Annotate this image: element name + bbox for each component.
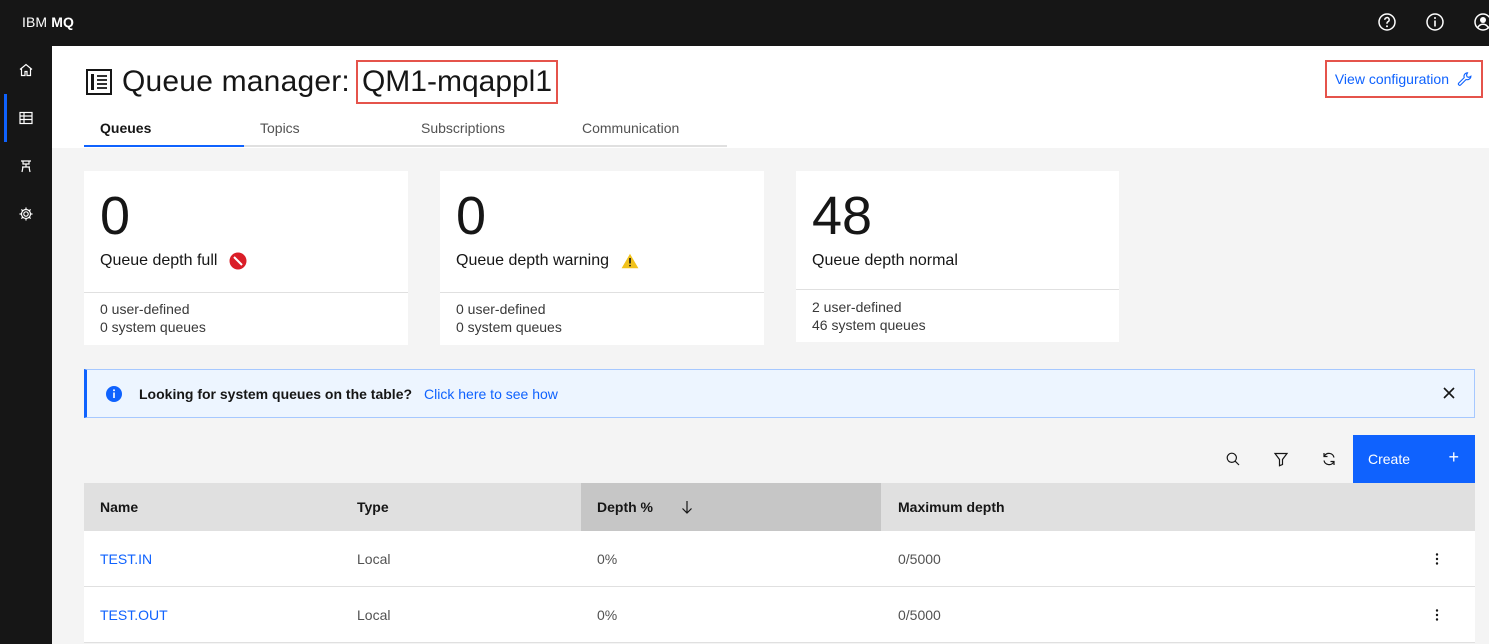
brand-product: MQ [51,14,74,30]
queues-table: Name Type Depth % Maximum depth TEST.IN … [84,483,1475,643]
tile-system-queues: 0 system queues [100,319,206,335]
column-header-depth[interactable]: Depth % [581,483,881,531]
table-icon[interactable] [0,94,52,142]
tile-user-defined: 2 user-defined [812,299,902,315]
tab-topics[interactable]: Topics [244,116,405,147]
view-configuration-link[interactable]: View configuration [1324,60,1483,98]
tile-system-queues: 0 system queues [456,319,562,335]
divider [440,292,764,293]
column-header-type[interactable]: Type [341,483,581,531]
tile-value: 0 [456,186,487,246]
add-icon: + [1448,447,1459,467]
tile-label-text: Queue depth warning [456,252,609,269]
tab-subscriptions[interactable]: Subscriptions [405,116,566,147]
tab-list: Queues Topics Subscriptions Communicatio… [84,116,727,147]
user-icon[interactable] [1472,11,1489,33]
sort-descending-icon [682,501,692,514]
table-header: Name Type Depth % Maximum depth [84,483,1475,531]
create-button[interactable]: Create + [1353,435,1475,483]
overflow-menu-icon[interactable] [1429,607,1445,623]
table-row[interactable]: TEST.IN Local 0% 0/5000 [84,531,1475,587]
tile-label-text: Queue depth normal [812,252,958,269]
column-header-name[interactable]: Name [84,483,341,531]
tile-user-defined: 0 user-defined [100,301,190,317]
refresh-button[interactable] [1305,435,1353,483]
divider [796,289,1119,290]
queue-depth-percent: 0% [597,607,618,623]
search-button[interactable] [1209,435,1257,483]
queue-maximum-depth: 0/5000 [898,551,941,567]
flow-icon[interactable] [0,142,52,190]
tile-queue-depth-warning[interactable]: 0 Queue depth warning 0 user-defined 0 s… [440,171,764,345]
tile-value: 48 [812,186,873,246]
queue-name-link[interactable]: TEST.IN [100,551,152,567]
side-nav [0,46,52,644]
queue-type: Local [357,551,391,567]
view-configuration-label: View configuration [1334,71,1449,87]
filter-button[interactable] [1257,435,1305,483]
error-icon [229,252,247,270]
brand-prefix: IBM [22,14,52,30]
column-header-maximum-depth[interactable]: Maximum depth [881,483,1475,531]
settings-icon[interactable] [0,190,52,238]
info-filled-icon [106,385,122,402]
tab-queues[interactable]: Queues [84,116,244,147]
info-notification: Looking for system queues on the table? … [84,369,1475,418]
top-bar: IBM MQ [0,0,1489,46]
table-row[interactable]: TEST.OUT Local 0% 0/5000 [84,587,1475,643]
info-icon[interactable] [1424,11,1446,33]
page-title: Queue manager: QM1-mqappl1 [84,60,559,104]
warning-icon [621,253,639,269]
refresh-icon [1323,452,1335,466]
divider [84,292,408,293]
notification-title: Looking for system queues on the table? [139,385,413,402]
queue-name-link[interactable]: TEST.OUT [100,607,168,623]
tile-label: Queue depth full [100,252,247,270]
close-icon[interactable] [1440,384,1458,402]
tile-system-queues: 46 system queues [812,317,926,333]
tile-label-text: Queue depth full [100,252,218,269]
search-icon [1226,452,1240,466]
help-icon[interactable] [1376,11,1398,33]
notification-link[interactable]: Click here to see how [424,386,558,402]
queue-type: Local [357,607,391,623]
brand[interactable]: IBM MQ [22,14,74,30]
queue-manager-icon [86,69,112,95]
overflow-menu-icon[interactable] [1429,551,1445,567]
page-title-prefix: Queue manager: [122,65,350,98]
wrench-icon [1457,72,1472,86]
queue-manager-name: QM1-mqappl1 [355,60,559,104]
page-header: Queue manager: QM1-mqappl1 View configur… [52,46,1489,148]
create-label: Create [1368,451,1411,467]
tile-label: Queue depth warning [456,252,639,270]
tab-communication[interactable]: Communication [566,116,727,147]
tile-queue-depth-normal[interactable]: 48 Queue depth normal 2 user-defined 46 … [796,171,1119,342]
tile-user-defined: 0 user-defined [456,301,546,317]
tile-queue-depth-full[interactable]: 0 Queue depth full 0 user-defined 0 syst… [84,171,408,345]
home-icon[interactable] [0,46,52,94]
column-header-depth-label: Depth % [597,499,653,515]
tile-label: Queue depth normal [812,252,958,270]
tile-value: 0 [100,186,131,246]
queue-maximum-depth: 0/5000 [898,607,941,623]
queue-depth-percent: 0% [597,551,618,567]
filter-icon [1273,452,1289,467]
